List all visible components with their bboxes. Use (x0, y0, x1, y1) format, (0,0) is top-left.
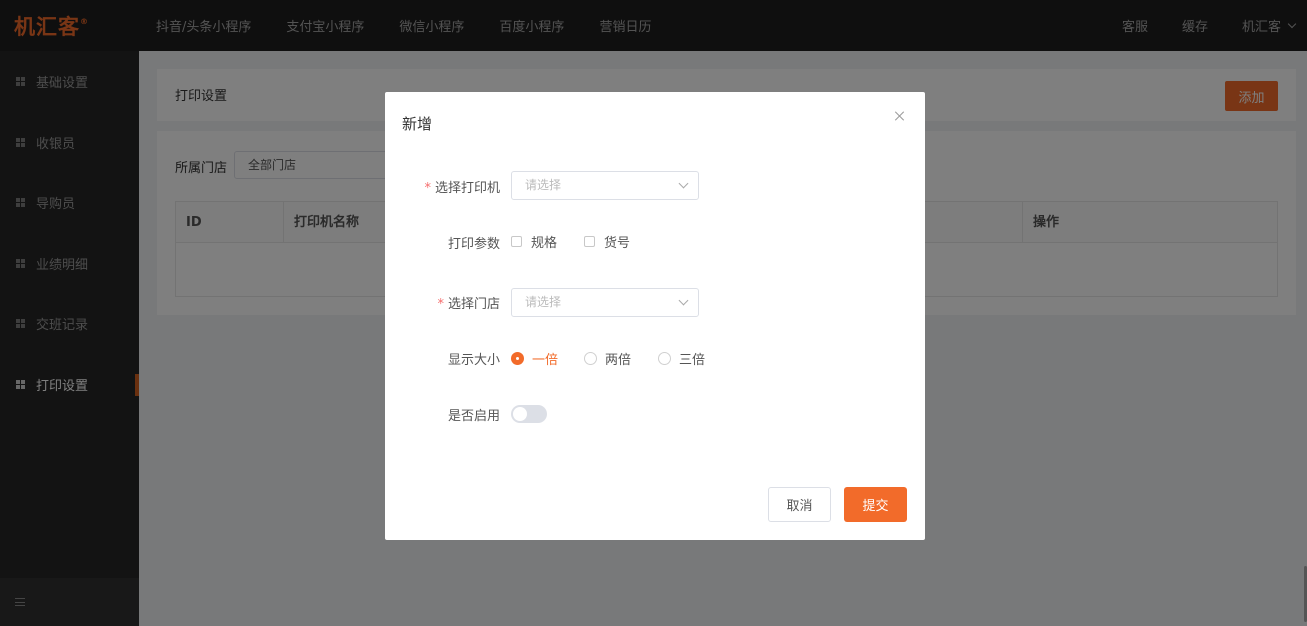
size-radio-label: 一倍 (532, 353, 559, 368)
submit-button[interactable]: 提交 (844, 487, 907, 522)
checkbox-box[interactable] (511, 236, 522, 247)
enabled-label: 是否启用 (447, 409, 500, 424)
radio-dot[interactable] (658, 352, 671, 365)
size-radio-3x[interactable]: 三倍 (658, 349, 705, 368)
store-select[interactable]: 请选择 (511, 288, 699, 317)
chevron-down-icon (678, 295, 689, 306)
size-radio-label: 两倍 (605, 353, 632, 368)
checkbox-box[interactable] (584, 236, 595, 247)
printer-select-placeholder: 请选择 (525, 178, 562, 192)
add-printer-dialog: 新增 * 选择打印机 请选择 打印参数 规格 货号 * 选择门店 请选择 显示大小 … (385, 92, 925, 540)
spec-checkbox-label: 规格 (531, 236, 558, 251)
sku-checkbox[interactable]: 货号 (584, 232, 630, 251)
size-radio-1x[interactable]: 一倍 (511, 349, 558, 368)
display-size-label: 显示大小 (447, 353, 500, 368)
radio-dot[interactable] (511, 352, 524, 365)
required-mark: * (437, 297, 444, 312)
radio-dot[interactable] (584, 352, 597, 365)
spec-checkbox[interactable]: 规格 (511, 232, 557, 251)
size-radio-2x[interactable]: 两倍 (584, 349, 631, 368)
cancel-button[interactable]: 取消 (768, 487, 831, 522)
printer-select[interactable]: 请选择 (511, 171, 699, 200)
printer-field-label: * 选择打印机 (424, 181, 500, 196)
chevron-down-icon (678, 178, 689, 189)
store-field-label: * 选择门店 (437, 297, 500, 312)
enabled-toggle[interactable] (511, 405, 547, 423)
store-select-placeholder: 请选择 (525, 295, 562, 309)
dialog-title: 新增 (402, 115, 433, 133)
close-icon[interactable] (893, 109, 907, 123)
size-radio-label: 三倍 (679, 353, 706, 368)
print-params-label: 打印参数 (447, 237, 500, 252)
required-mark: * (424, 181, 431, 196)
sku-checkbox-label: 货号 (604, 236, 631, 251)
